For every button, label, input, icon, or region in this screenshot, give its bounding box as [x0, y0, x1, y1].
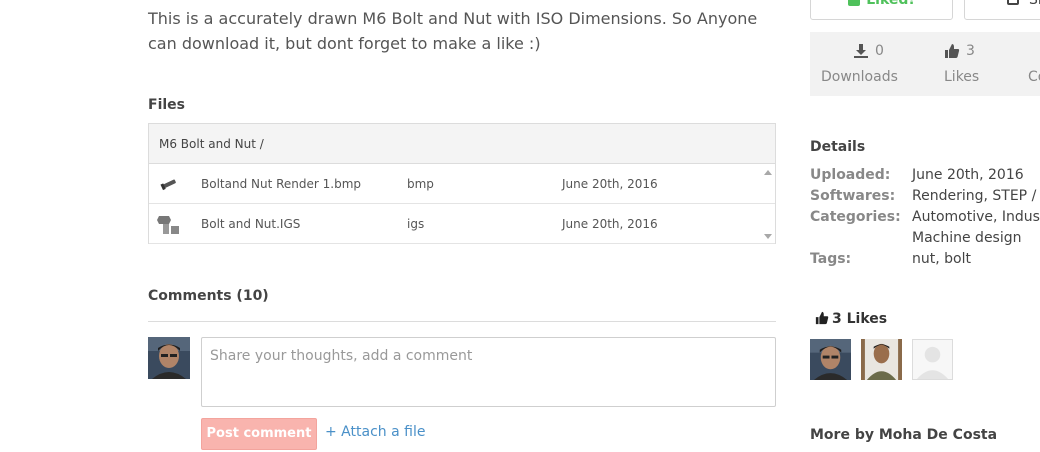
- likes-label: Likes: [944, 69, 980, 85]
- comments-stat-label: Co: [1028, 69, 1040, 85]
- detail-key: Uploaded:: [810, 167, 891, 183]
- detail-key: Softwares:: [810, 188, 896, 204]
- file-row[interactable]: Boltand Nut Render 1.bmp bmp June 20th, …: [149, 164, 775, 204]
- stat-likes: 3 Likes: [944, 32, 1004, 96]
- detail-key: Tags:: [810, 251, 852, 267]
- files-table: M6 Bolt and Nut / Boltand Nut Render 1.b…: [148, 123, 776, 244]
- share-icon: [1007, 0, 1019, 5]
- file-thumbnail-icon: [157, 172, 181, 196]
- liked-button[interactable]: Liked!: [810, 0, 953, 20]
- current-user-avatar[interactable]: [148, 337, 190, 379]
- post-comment-button[interactable]: Post comment: [201, 418, 317, 450]
- download-icon: [854, 44, 868, 58]
- downloads-label: Downloads: [821, 69, 898, 85]
- thumbs-up-icon: [848, 0, 861, 6]
- file-name: Bolt and Nut.IGS: [201, 217, 301, 231]
- file-type: igs: [407, 217, 425, 231]
- files-folder-path[interactable]: M6 Bolt and Nut /: [149, 124, 775, 164]
- comment-input[interactable]: [201, 337, 776, 407]
- likes-panel-label: 3 Likes: [832, 311, 888, 327]
- detail-value[interactable]: Automotive, Industr: [912, 207, 1040, 228]
- liker-avatar-placeholder[interactable]: [912, 339, 953, 380]
- thumbs-up-icon: [945, 44, 960, 58]
- file-thumbnail-icon: [157, 212, 181, 236]
- downloads-count: 0: [875, 43, 884, 59]
- model-description: This is a accurately drawn M6 Bolt and N…: [148, 9, 758, 53]
- more-by-author-heading: More by Moha De Costa: [810, 427, 998, 443]
- file-type: bmp: [407, 177, 434, 191]
- scroll-up-icon[interactable]: [764, 170, 772, 175]
- detail-value[interactable]: Rendering, STEP / IG: [912, 186, 1040, 207]
- liker-avatar[interactable]: [810, 339, 851, 380]
- likes-panel-title: 3 Likes: [815, 311, 887, 327]
- details-heading: Details: [810, 139, 866, 155]
- file-row[interactable]: Bolt and Nut.IGS igs June 20th, 2016: [149, 204, 775, 244]
- file-name: Boltand Nut Render 1.bmp: [201, 177, 362, 191]
- attach-file-link[interactable]: + Attach a file: [325, 424, 425, 440]
- scroll-down-icon[interactable]: [764, 234, 772, 239]
- file-date: June 20th, 2016: [562, 217, 658, 231]
- files-heading: Files: [148, 97, 185, 113]
- share-button[interactable]: Sh: [964, 0, 1040, 20]
- stats-panel: 0 Downloads 3 Likes Co: [810, 32, 1040, 96]
- share-label: Sh: [1029, 0, 1040, 8]
- liker-avatar[interactable]: [861, 339, 902, 380]
- comments-heading: Comments (10): [148, 288, 269, 304]
- stat-comments: Co: [1028, 32, 1040, 96]
- thumbs-up-icon: [815, 311, 829, 325]
- files-scrollbar[interactable]: [761, 164, 775, 244]
- likes-count: 3: [966, 43, 975, 59]
- detail-value[interactable]: Machine design: [912, 228, 1022, 249]
- liked-label: Liked!: [866, 0, 915, 8]
- comments-divider: [148, 321, 776, 322]
- detail-key: Categories:: [810, 209, 901, 225]
- stat-downloads: 0 Downloads: [821, 32, 911, 96]
- detail-value: June 20th, 2016: [912, 167, 1024, 183]
- detail-value[interactable]: nut, bolt: [912, 249, 971, 270]
- file-date: June 20th, 2016: [562, 177, 658, 191]
